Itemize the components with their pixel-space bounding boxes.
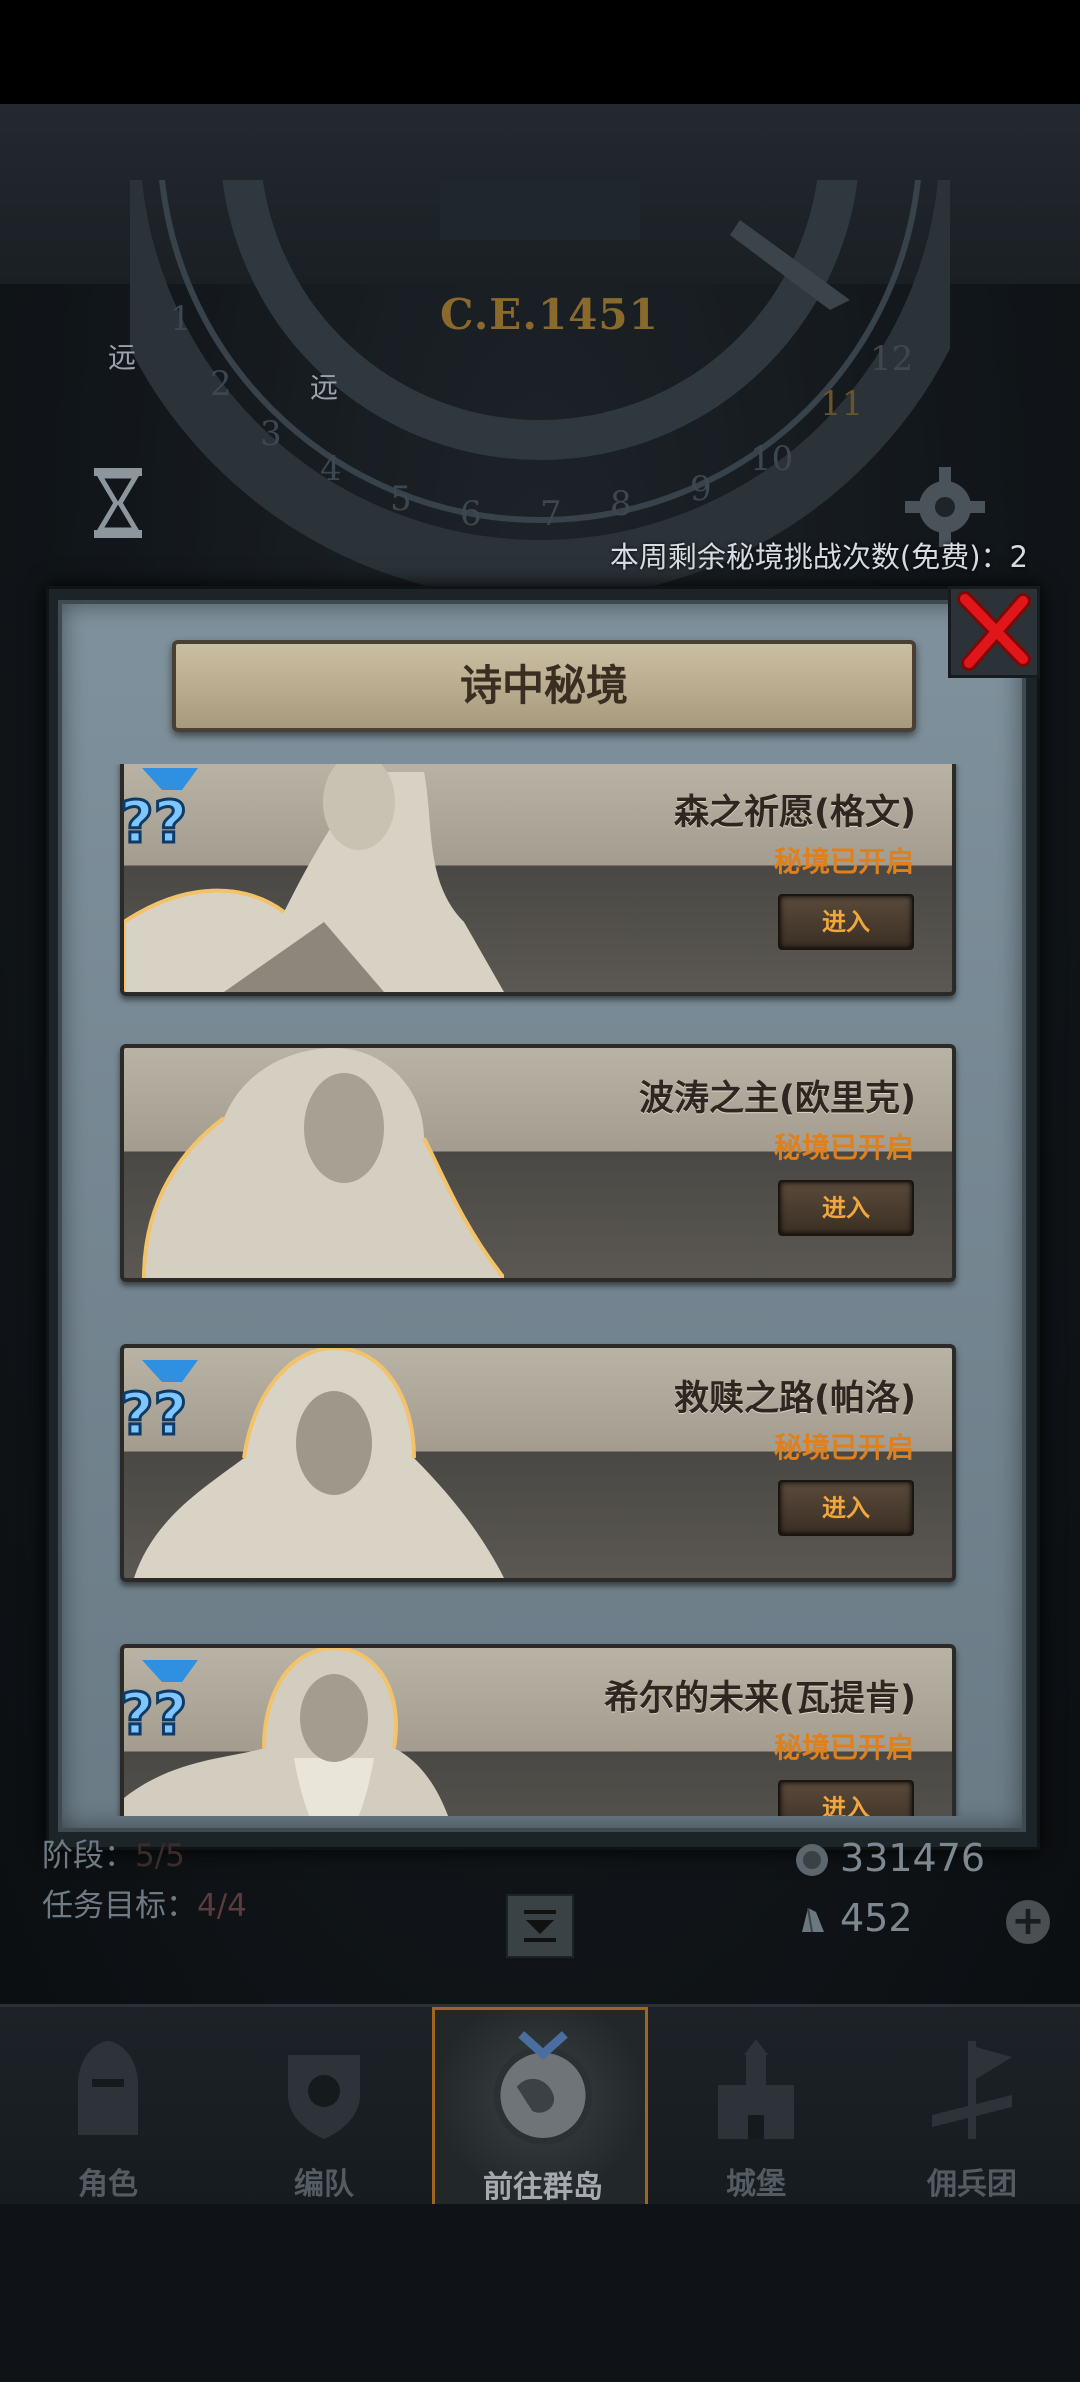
dial-sign-left-1: 远 — [108, 341, 137, 374]
realm-status: 秘境已开启 — [773, 845, 914, 878]
realm-list[interactable]: 森之祈愿(格文) 秘境已开启 进入 波涛之主(欧里克) 秘境已开启 进入 救赎之… — [100, 764, 980, 1816]
svg-text:8: 8 — [610, 484, 632, 524]
gem-count: 452 — [840, 1896, 913, 1940]
realm-card-1[interactable]: 森之祈愿(格文) 秘境已开启 进入 — [120, 764, 956, 996]
nav-item-islands[interactable]: 前往群岛 — [432, 2007, 648, 2207]
close-button[interactable] — [948, 586, 1040, 678]
svg-text:7: 7 — [540, 494, 562, 534]
chevron-down-icon — [524, 1910, 556, 1942]
enter-label: 进入 — [822, 1194, 870, 1222]
coin-icon — [796, 1844, 828, 1876]
nav-item-mercenary[interactable]: 佣兵团 — [864, 2007, 1080, 2207]
svg-text:11: 11 — [820, 384, 863, 424]
realm-status: 秘境已开启 — [773, 1131, 914, 1164]
nav-item-castle[interactable]: 城堡 — [648, 2007, 864, 2207]
close-icon — [957, 591, 1031, 671]
nav-label: 编队 — [294, 2167, 354, 2202]
svg-text:10: 10 — [750, 439, 793, 479]
nav-label: 角色 — [78, 2167, 138, 2202]
svg-text:2: 2 — [210, 364, 232, 404]
enter-button[interactable]: 进入 — [778, 1180, 914, 1236]
question-mark-icon: ?? — [119, 1660, 198, 1744]
era-label: C.E.1451 — [440, 290, 659, 339]
remaining-challenges: 本周剩余秘境挑战次数(免费)：2 — [609, 540, 1028, 574]
realm-name: 希尔的未来(瓦提肯) — [604, 1679, 916, 1719]
question-mark-icon: ?? — [119, 1360, 198, 1444]
bottom-nav: 角色 编队 前往群岛 城堡 佣兵团 — [0, 2004, 1080, 2207]
enter-button[interactable]: 进入 — [778, 1780, 914, 1816]
hero-portrait — [142, 1048, 504, 1278]
enter-button[interactable]: 进入 — [778, 894, 914, 950]
svg-text:12: 12 — [870, 339, 913, 379]
modal-title: 诗中秘境 — [459, 661, 628, 710]
svg-text:6: 6 — [460, 494, 482, 534]
globe-compass-icon — [493, 2031, 593, 2145]
realm-card-4[interactable]: 希尔的未来(瓦提肯) 秘境已开启 进入 — [120, 1644, 956, 1816]
svg-text:5: 5 — [390, 479, 412, 519]
stage-row: 阶段：5/5 — [42, 1830, 185, 1875]
svg-text:1: 1 — [170, 299, 192, 339]
formation-shield-icon — [288, 2055, 360, 2139]
svg-text:??: ?? — [120, 1380, 187, 1444]
nav-item-formation[interactable]: 编队 — [216, 2007, 432, 2207]
target-label: 任务目标： — [42, 1888, 197, 1924]
svg-text:??: ?? — [120, 1680, 187, 1744]
coin-count: 331476 — [840, 1836, 986, 1880]
realm-status: 秘境已开启 — [773, 1731, 914, 1764]
gesture-area — [0, 2204, 1080, 2382]
realm-name: 波涛之主(欧里克) — [639, 1079, 916, 1119]
nav-label: 前往群岛 — [483, 2170, 603, 2205]
knight-helmet-icon — [78, 2041, 138, 2135]
nav-item-character[interactable]: 角色 — [0, 2007, 216, 2207]
realm-name: 救赎之路(帕洛) — [674, 1379, 916, 1419]
svg-text:3: 3 — [260, 414, 282, 454]
svg-text:9: 9 — [690, 469, 712, 509]
stage-label: 阶段： — [42, 1838, 135, 1874]
expand-button[interactable] — [506, 1894, 574, 1958]
stage-value: 5/5 — [135, 1838, 185, 1874]
svg-text:4: 4 — [320, 449, 342, 489]
svg-text:??: ?? — [120, 788, 187, 852]
enter-label: 进入 — [822, 1494, 870, 1522]
enter-button[interactable]: 进入 — [778, 1480, 914, 1536]
realm-card-2[interactable]: 波涛之主(欧里克) 秘境已开启 进入 — [120, 1044, 956, 1282]
realm-status: 秘境已开启 — [773, 1431, 914, 1464]
nav-label: 佣兵团 — [927, 2167, 1017, 2202]
enter-label: 进入 — [822, 908, 870, 936]
crystal-icon — [802, 1907, 824, 1933]
nav-label: 城堡 — [726, 2167, 786, 2202]
target-row: 任务目标：4/4 — [42, 1880, 247, 1925]
realm-card-3[interactable]: 救赎之路(帕洛) 秘境已开启 进入 — [120, 1344, 956, 1582]
status-bar-area — [0, 0, 1080, 104]
target-value: 4/4 — [197, 1888, 247, 1924]
enter-label: 进入 — [822, 1794, 870, 1816]
dial-sign-left-2: 远 — [310, 371, 339, 404]
mercenary-banner-icon — [932, 2041, 1012, 2139]
castle-icon — [718, 2039, 794, 2139]
realm-name: 森之祈愿(格文) — [674, 793, 916, 833]
add-gems-button[interactable]: + — [1006, 1900, 1050, 1944]
hourglass-icon[interactable] — [92, 466, 144, 540]
question-mark-icon: ?? — [119, 768, 198, 852]
modal-title-banner: 诗中秘境 — [172, 640, 916, 732]
